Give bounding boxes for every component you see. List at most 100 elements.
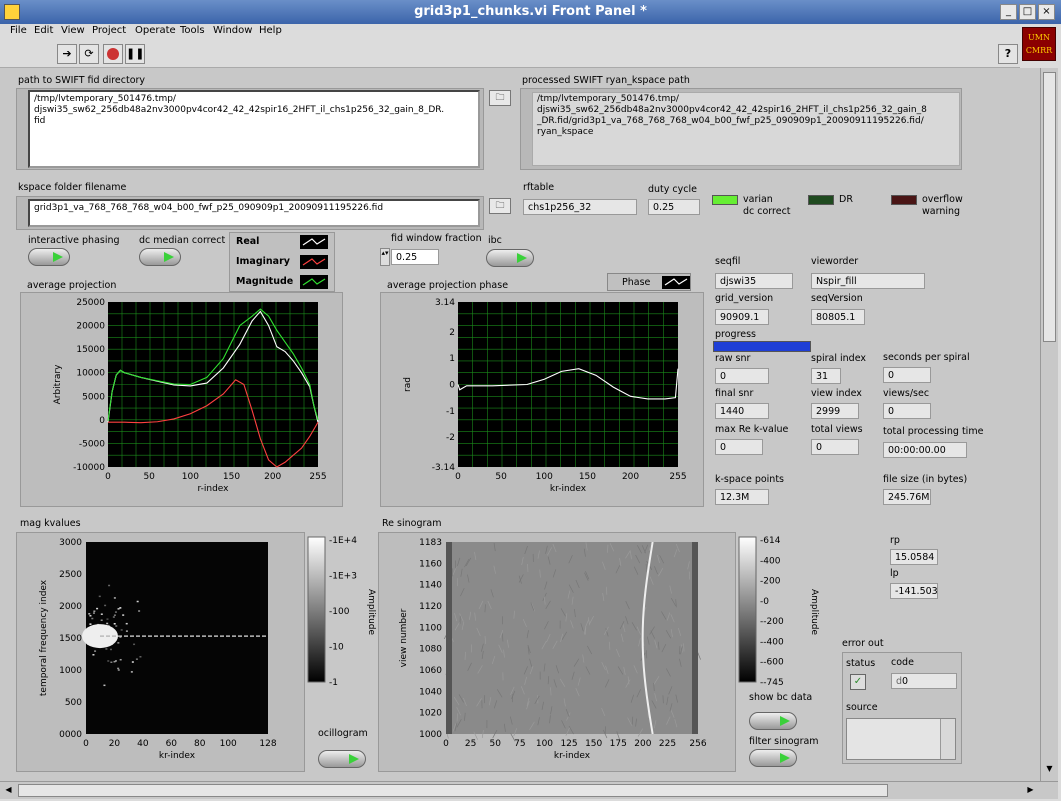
ibc-label: ibc bbox=[488, 235, 502, 246]
abort-icon[interactable] bbox=[103, 44, 123, 64]
horizontal-scrollbar[interactable]: ◀ ▶ bbox=[0, 781, 1058, 799]
grid-version-label: grid_version bbox=[715, 293, 773, 304]
avg-projection-chart: 0 50 100 150 200 2552500020000150001000050000… bbox=[20, 292, 343, 507]
kspace-path-label: processed SWIFT ryan_kspace path bbox=[522, 75, 690, 86]
heatmap-cell bbox=[118, 608, 120, 610]
heatmap-cell bbox=[126, 630, 128, 632]
y-axis-label: rad bbox=[403, 377, 413, 392]
y-tick-label: 1140 bbox=[419, 581, 442, 591]
front-panel: path to SWIFT fid directory /tmp/lvtempo… bbox=[0, 68, 1040, 781]
menu-file[interactable]: File bbox=[10, 25, 27, 36]
heatmap-cell bbox=[133, 644, 135, 646]
x-tick-label: 0 bbox=[455, 472, 461, 482]
x-tick-label: 20 bbox=[109, 739, 121, 749]
x-tick-label: 80 bbox=[194, 739, 206, 749]
heatmap-cell bbox=[104, 605, 106, 607]
run-arrow-icon[interactable]: ➔ bbox=[57, 44, 77, 64]
close-button[interactable]: × bbox=[1038, 4, 1055, 20]
menu-tools[interactable]: Tools bbox=[180, 25, 205, 36]
logo-line-2: CMRR bbox=[1023, 44, 1055, 57]
minimize-button[interactable]: _ bbox=[1000, 4, 1017, 20]
y-axis-label: temporal frequency index bbox=[39, 579, 49, 696]
vertical-scrollbar[interactable]: ▼ bbox=[1040, 68, 1058, 781]
scroll-right-icon[interactable]: ▶ bbox=[1024, 785, 1037, 797]
heatmap-cell bbox=[106, 623, 108, 625]
fid-path-field[interactable]: /tmp/lvtemporary_501476.tmp/ djswi35_sw6… bbox=[28, 90, 480, 168]
seconds-per-spiral-field: 0 bbox=[883, 367, 931, 383]
x-tick-label: 25 bbox=[465, 739, 476, 749]
re-sinogram-title: Re sinogram bbox=[382, 518, 441, 529]
folder-browse-icon-2[interactable]: 🗀 bbox=[489, 198, 511, 214]
progress-bar bbox=[713, 341, 811, 352]
interactive-phasing-label: interactive phasing bbox=[28, 235, 120, 246]
colorbar-ramp bbox=[739, 537, 756, 682]
fid-window-stepper[interactable]: ▴▾ bbox=[380, 248, 390, 266]
scroll-down-icon[interactable]: ▼ bbox=[1043, 764, 1056, 777]
interactive-phasing-button[interactable] bbox=[28, 248, 70, 266]
error-source-scrollbar[interactable] bbox=[940, 719, 955, 759]
mag-kvalues-chart: 0 20 40 60 80 100 128 3000 2500 2000 1500 1000 500 00… bbox=[16, 532, 305, 772]
total-time-field: 00:00:00.00 bbox=[883, 442, 967, 458]
ibc-button[interactable] bbox=[486, 249, 534, 267]
file-size-field: 245.76M bbox=[883, 489, 931, 505]
vertical-scroll-thumb[interactable] bbox=[1043, 72, 1056, 342]
colorbar-tick-label: -1E+4 bbox=[329, 536, 357, 546]
heatmap-cell bbox=[114, 623, 116, 625]
menu-project[interactable]: Project bbox=[92, 25, 126, 36]
menu-operate[interactable]: Operate bbox=[135, 25, 176, 36]
colorbar-tick-label: -1 bbox=[329, 678, 338, 688]
y-tick-label: 1020 bbox=[419, 709, 442, 719]
heatmap-cell bbox=[93, 610, 95, 612]
colorbar-tick-label: --200 bbox=[760, 617, 784, 627]
seconds-per-spiral-label: seconds per spiral bbox=[883, 352, 970, 363]
error-code-field: d0 bbox=[891, 673, 957, 689]
error-status-label: status bbox=[846, 658, 875, 669]
seqfil-label: seqfil bbox=[715, 256, 740, 267]
pause-icon[interactable]: ❚❚ bbox=[125, 44, 145, 64]
heatmap-cell bbox=[115, 611, 117, 613]
re-colorbar: -614-400-200-0--200--400--600--745Amplit… bbox=[736, 532, 820, 692]
menu-view[interactable]: View bbox=[61, 25, 85, 36]
filter-sinogram-button[interactable] bbox=[749, 749, 797, 767]
ocillogram-button[interactable] bbox=[318, 750, 366, 768]
scroll-left-icon[interactable]: ◀ bbox=[2, 785, 15, 797]
colorbar-ramp bbox=[308, 537, 325, 682]
dc-median-button[interactable] bbox=[139, 248, 181, 266]
heatmap-cell bbox=[137, 601, 139, 603]
error-status-check-icon: ✓ bbox=[850, 674, 866, 690]
view-index-field: 2999 bbox=[811, 403, 859, 419]
menu-window[interactable]: Window bbox=[213, 25, 252, 36]
heatmap-cell bbox=[119, 607, 121, 609]
progress-fill bbox=[714, 342, 810, 351]
kspace-folder-label: kspace folder filename bbox=[18, 182, 126, 193]
heatmap-cell bbox=[114, 597, 116, 599]
horizontal-scroll-thumb[interactable] bbox=[18, 784, 888, 797]
x-tick-label: 50 bbox=[143, 472, 155, 482]
maximize-button[interactable]: □ bbox=[1019, 4, 1036, 20]
x-tick-label: 100 bbox=[220, 739, 237, 749]
legend-swatches bbox=[300, 235, 330, 289]
colorbar-tick-label: --400 bbox=[760, 637, 784, 647]
help-icon[interactable]: ? bbox=[998, 44, 1018, 64]
x-tick-label: 100 bbox=[536, 739, 553, 749]
fid-window-field[interactable]: 0.25 bbox=[391, 249, 439, 265]
logo-line-1: UMN bbox=[1023, 31, 1055, 44]
run-continuously-icon[interactable]: ⟳ bbox=[79, 44, 99, 64]
error-code-value: 0 bbox=[902, 676, 908, 687]
y-tick-label: 1060 bbox=[419, 666, 442, 676]
y-tick-label: 1 bbox=[449, 354, 455, 364]
heatmap-cell bbox=[117, 668, 119, 670]
show-bc-button[interactable] bbox=[749, 712, 797, 730]
final-snr-field: 1440 bbox=[715, 403, 769, 419]
heatmap-cell bbox=[115, 660, 117, 662]
heatmap-cell bbox=[96, 608, 98, 610]
heatmap-cell bbox=[91, 618, 93, 620]
menu-help[interactable]: Help bbox=[259, 25, 282, 36]
folder-browse-icon[interactable]: 🗀 bbox=[489, 90, 511, 106]
menu-edit[interactable]: Edit bbox=[34, 25, 53, 36]
y-tick-label: -2 bbox=[446, 433, 455, 443]
y-tick-label: 1080 bbox=[419, 645, 442, 655]
heatmap-cell bbox=[117, 642, 119, 644]
kspace-folder-field[interactable]: grid3p1_va_768_768_768_w04_b00_fwf_p25_0… bbox=[28, 199, 480, 227]
x-tick-label: 0 bbox=[443, 739, 449, 749]
